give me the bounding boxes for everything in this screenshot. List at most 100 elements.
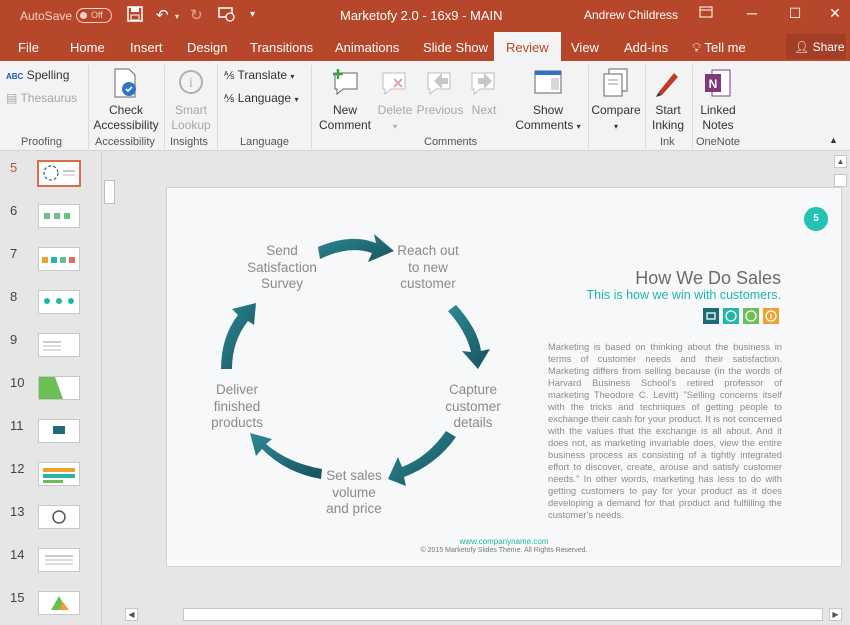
slide-thumbnail-8[interactable] bbox=[38, 290, 80, 314]
thumbnail-number: 15 bbox=[10, 590, 25, 605]
step-send-survey[interactable]: Send Satisfaction Survey bbox=[235, 243, 329, 293]
maximize-icon[interactable]: ☐ bbox=[785, 5, 805, 22]
spelling-button[interactable]: ABC Spelling bbox=[6, 68, 69, 82]
show-comments-button[interactable]: Show Comments ▾ bbox=[512, 67, 584, 134]
horizontal-scroll-thumb[interactable] bbox=[183, 608, 823, 621]
onenote-icon: N bbox=[705, 69, 731, 97]
group-label-onenote: OneNote bbox=[696, 136, 741, 148]
compare-button[interactable]: Compare ▾ bbox=[591, 67, 641, 134]
undo-dropdown-icon[interactable]: ▾ bbox=[175, 12, 179, 21]
scroll-up-arrow[interactable]: ▲ bbox=[834, 155, 847, 168]
next-comment-button[interactable]: Next bbox=[464, 67, 504, 118]
undo-icon[interactable]: ↶ bbox=[156, 6, 169, 24]
slide-thumbnail-9[interactable] bbox=[38, 333, 80, 357]
close-icon[interactable]: ✕ bbox=[825, 5, 845, 22]
language-button[interactable]: ⅍ Language ▾ bbox=[224, 91, 298, 105]
thumbnail-number: 10 bbox=[10, 375, 25, 390]
slide-thumbnail-10[interactable] bbox=[38, 376, 80, 400]
thumbnail-number: 11 bbox=[10, 418, 24, 433]
step-reach-out[interactable]: Reach out to new customer bbox=[384, 243, 472, 293]
slide-thumbnail-5[interactable] bbox=[37, 160, 81, 187]
thumbnail-number: 14 bbox=[10, 547, 25, 562]
scroll-thumb-editor[interactable] bbox=[834, 174, 847, 187]
person-icon: 👤︎ bbox=[794, 40, 810, 54]
slide-thumbnail-13[interactable] bbox=[38, 505, 80, 529]
slide-thumbnail-12[interactable] bbox=[38, 462, 80, 486]
tab-view[interactable]: View bbox=[571, 40, 599, 55]
slide-body-text[interactable]: Marketing is based on thinking about the… bbox=[548, 341, 782, 521]
thumbnails-scrollbar[interactable] bbox=[101, 152, 117, 625]
delete-comment-button[interactable]: Delete ▾ bbox=[374, 67, 416, 134]
tab-design[interactable]: Design bbox=[187, 40, 227, 55]
next-comment-icon bbox=[471, 72, 495, 96]
thumbnail-number: 9 bbox=[10, 332, 18, 347]
parking-icon bbox=[723, 308, 739, 324]
slide-thumbnail-7[interactable] bbox=[38, 247, 80, 271]
thumbnail-number: 7 bbox=[10, 246, 18, 261]
group-label-language: Language bbox=[240, 136, 289, 148]
tab-slide-show[interactable]: Slide Show bbox=[423, 40, 488, 55]
previous-comment-button[interactable]: Previous bbox=[416, 67, 464, 118]
check-accessibility-button[interactable]: Check Accessibility bbox=[92, 67, 160, 133]
tab-add-ins[interactable]: Add-ins bbox=[624, 40, 668, 55]
slide-thumbnail-15[interactable] bbox=[38, 591, 80, 615]
translate-button[interactable]: ⅍ Translate ▾ bbox=[224, 68, 294, 82]
redo-icon[interactable]: ↻ bbox=[190, 6, 203, 24]
slide-number-badge: 5 bbox=[804, 207, 828, 231]
slide-thumbnail-6[interactable] bbox=[38, 204, 80, 228]
autosave-toggle[interactable]: Off bbox=[76, 8, 112, 23]
tab-file[interactable]: File bbox=[18, 40, 39, 55]
info-icon bbox=[763, 308, 779, 324]
start-inking-button[interactable]: Start Inking bbox=[648, 67, 688, 133]
cycle-arrow bbox=[250, 433, 322, 479]
cycle-arrow bbox=[221, 303, 256, 369]
user-name[interactable]: Andrew Childress bbox=[584, 8, 678, 22]
delete-comment-icon bbox=[382, 72, 406, 96]
collapse-ribbon-icon[interactable]: ▲ bbox=[829, 135, 838, 145]
ribbon: ABC Spelling ▤ Thesaurus Proofing Check … bbox=[0, 61, 850, 151]
linked-notes-button[interactable]: N Linked Notes bbox=[696, 67, 740, 133]
group-label-ink: Ink bbox=[660, 136, 675, 148]
save-icon[interactable] bbox=[127, 6, 143, 26]
slide-thumbnail-11[interactable] bbox=[38, 419, 80, 443]
translate-icon: ⅍ bbox=[224, 70, 235, 82]
svg-text:i: i bbox=[189, 76, 193, 91]
customize-toolbar-icon[interactable]: ▾ bbox=[250, 9, 255, 20]
tab-review[interactable]: Review bbox=[494, 32, 561, 61]
scroll-left-arrow[interactable]: ◀ bbox=[125, 608, 138, 621]
horizontal-scrollbar[interactable]: ◀ ▶ bbox=[120, 605, 850, 625]
autosave-label: AutoSave bbox=[20, 9, 73, 23]
previous-comment-icon bbox=[427, 72, 451, 96]
scrollbar-thumb[interactable] bbox=[104, 180, 115, 204]
thumbnail-number: 8 bbox=[10, 289, 18, 304]
cycle-arrow bbox=[388, 431, 456, 486]
pen-icon bbox=[656, 73, 678, 97]
document-title: Marketofy 2.0 - 16x9 - MAIN bbox=[340, 8, 503, 23]
title-bar: AutoSave Off ↶ ▾ ↻ ▾ Marketofy 2.0 - 16x… bbox=[0, 0, 850, 32]
inbox-icon bbox=[703, 308, 719, 324]
chart-icon bbox=[743, 308, 759, 324]
menu-bar: File Home Insert Design Transitions Anim… bbox=[0, 32, 850, 61]
scroll-right-arrow[interactable]: ▶ bbox=[829, 608, 842, 621]
tell-me-box[interactable]: 💡︎ Tell me bbox=[692, 40, 746, 56]
thesaurus-button[interactable]: ▤ Thesaurus bbox=[6, 91, 77, 105]
tab-transitions[interactable]: Transitions bbox=[250, 40, 313, 55]
share-button[interactable]: 👤︎ Share bbox=[786, 34, 846, 59]
ribbon-display-options-icon[interactable] bbox=[696, 5, 716, 21]
tab-animations[interactable]: Animations bbox=[335, 40, 399, 55]
slide-thumbnail-14[interactable] bbox=[38, 548, 80, 572]
new-comment-button[interactable]: New Comment bbox=[316, 67, 374, 133]
step-capture-details[interactable]: Capture customer details bbox=[432, 382, 514, 432]
step-deliver-products[interactable]: Deliver finished products bbox=[198, 382, 276, 432]
tab-insert[interactable]: Insert bbox=[130, 40, 163, 55]
group-label-insights: Insights bbox=[170, 136, 208, 148]
slide-subtitle[interactable]: This is how we win with customers. bbox=[560, 288, 781, 302]
spelling-icon: ABC bbox=[6, 72, 24, 81]
step-set-sales[interactable]: Set sales volume and price bbox=[315, 468, 393, 518]
minimize-icon[interactable]: ─ bbox=[742, 5, 762, 21]
slide-title[interactable]: How We Do Sales bbox=[560, 268, 781, 289]
tab-home[interactable]: Home bbox=[70, 40, 105, 55]
cycle-arrow bbox=[448, 305, 490, 369]
start-from-beginning-icon[interactable] bbox=[218, 6, 236, 26]
smart-lookup-button[interactable]: i Smart Lookup bbox=[168, 67, 214, 133]
